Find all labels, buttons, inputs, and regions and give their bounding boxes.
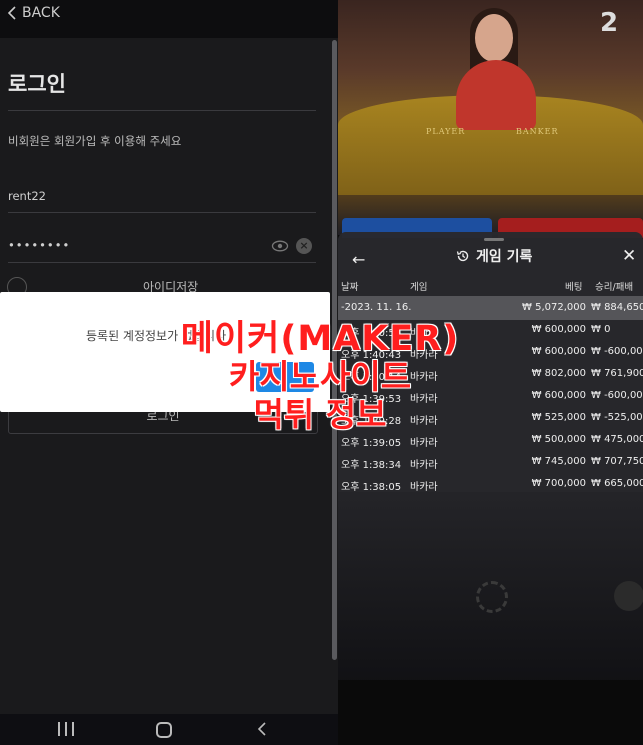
row-time: 오후 1:38:05 [341,482,402,493]
row-bet: ₩ 745,000 [531,456,586,467]
row-game: 바카라 [410,482,438,493]
header-date: 날짜 [341,282,359,293]
summary-winloss: ₩ 884,650 [591,302,643,313]
back-button[interactable]: BACK [6,5,60,21]
banker-label: BANKER [516,127,559,136]
row-bet: ₩ 525,000 [531,412,586,423]
watermark-line-3: 먹튀 정보 [253,395,387,434]
title-divider [8,110,316,111]
history-row[interactable]: 오후 1:38:34 바카라 ₩ 745,000 ₩ 707,750 [338,452,643,474]
row-game: 바카라 [410,438,438,449]
top-bar: BACK [0,0,338,38]
row-winloss: ₩ 0 [591,324,611,335]
clear-input-icon[interactable]: × [296,238,312,254]
close-icon[interactable]: ✕ [622,246,636,266]
row-bet: ₩ 600,000 [531,324,586,335]
arrow-left-icon[interactable]: ← [352,250,365,269]
eye-icon[interactable] [271,239,289,253]
password-underline [8,262,316,263]
history-header: 게임 기록 [456,246,532,266]
recent-apps-icon[interactable] [58,722,74,736]
drag-handle[interactable] [484,238,504,241]
username-field[interactable]: rent22 [8,189,46,203]
page-title: 로그인 [8,72,66,96]
summary-bet: ₩ 5,072,000 [522,302,586,313]
header-game: 게임 [410,282,428,293]
row-game: 바카라 [410,460,438,471]
home-icon[interactable] [156,722,172,738]
row-winloss: ₩ -600,000 [591,346,643,357]
header-bet: 베팅 [565,282,583,293]
live-video: PLAYER BANKER 2 [338,0,643,238]
back-label: BACK [22,5,60,21]
row-bet: ₩ 600,000 [531,346,586,357]
menu-button[interactable] [614,581,643,611]
row-bet: ₩ 500,000 [531,434,586,445]
header-winloss: 승리/패배 [595,282,634,293]
row-time: 오후 1:39:05 [341,438,402,449]
table-number: 2 [600,8,619,38]
row-bet: ₩ 600,000 [531,390,586,401]
row-winloss: ₩ 761,900 [591,368,643,379]
row-winloss: ₩ -525,000 [591,412,643,423]
username-underline [8,212,316,213]
player-label: PLAYER [426,127,466,136]
chip-icon[interactable] [476,581,508,613]
history-title: 게임 기록 [476,249,533,265]
row-winloss: ₩ 665,000 [591,478,643,489]
guest-notice: 비회원은 회원가입 후 이용해 주세요 [8,134,182,148]
game-history-panel: ← 게임 기록 ✕ 날짜 게임 베팅 승리/패배 -2023. 11. 16. … [338,232,643,680]
password-field[interactable]: •••••••• [8,238,70,252]
chevron-left-icon [7,6,16,20]
system-navbar [0,714,338,745]
row-winloss: ₩ -600,000 [591,390,643,401]
history-icon [456,250,469,262]
row-bet: ₩ 802,000 [531,368,586,379]
row-winloss: ₩ 475,000 [591,434,643,445]
back-nav-icon[interactable] [256,721,268,737]
row-time: 오후 1:38:34 [341,460,402,471]
row-bet: ₩ 700,000 [531,478,586,489]
row-winloss: ₩ 707,750 [591,456,643,467]
